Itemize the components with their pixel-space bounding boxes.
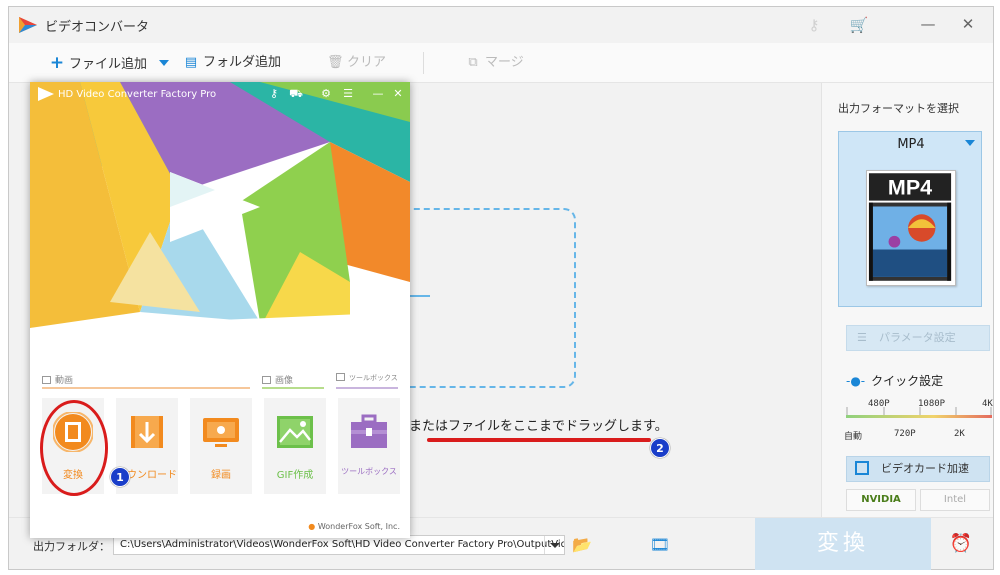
add-folder-label: フォルダ追加: [203, 55, 282, 70]
tile-record-label: 録画: [211, 470, 231, 481]
cart-icon[interactable]: 🛒: [849, 15, 869, 35]
output-path-value: C:\Users\Administrator\Videos\WonderFox …: [120, 539, 565, 550]
output-folder-label: 出力フォルダ：: [33, 540, 110, 553]
format-thumbnail: MP4: [866, 170, 956, 286]
add-file-button[interactable]: + ファイル追加: [49, 53, 147, 73]
tile-toolbox-label: ツールボックス: [341, 467, 397, 476]
app-title: ビデオコンバータ: [45, 20, 150, 35]
hd-footer: ● WonderFox Soft, Inc.: [308, 522, 400, 531]
trash-icon: 🗑: [327, 55, 344, 70]
hd-footer-text: WonderFox Soft, Inc.: [317, 522, 400, 531]
annotation-badge-1: 1: [110, 467, 130, 487]
chevron-down-icon: [965, 140, 975, 146]
video-section-icon: [42, 376, 51, 384]
toolbox-section-icon: [336, 373, 345, 381]
section-label-toolbox: ツールボックス: [336, 373, 398, 383]
add-file-label: ファイル追加: [69, 57, 148, 72]
plus-icon: +: [49, 53, 65, 73]
annotation-badge-2: 2: [650, 438, 670, 458]
quick-settings-title: クイック設定: [871, 374, 944, 388]
section-label-image: 画像: [262, 373, 293, 386]
picture-icon: [277, 416, 313, 448]
minimize-button[interactable]: —: [913, 13, 943, 37]
close-button[interactable]: ✕: [390, 86, 406, 102]
cart-icon[interactable]: ⛟: [288, 86, 304, 102]
annotation-ellipse: [40, 400, 108, 496]
format-panel: 出力フォーマットを選択 MP4 MP4 ☰ パラメータ設定 -●- クイック設定…: [821, 83, 993, 517]
merge-label: マージ: [485, 55, 524, 70]
open-folder-icon[interactable]: 📂: [571, 535, 593, 555]
slider-icon: -●-: [846, 374, 866, 388]
tile-record[interactable]: 録画: [190, 398, 252, 494]
gpu-acceleration-label: ビデオカード加速: [881, 462, 969, 475]
output-path-input[interactable]: C:\Users\Administrator\Videos\WonderFox …: [113, 535, 565, 555]
download-icon: [131, 416, 163, 448]
quality-label-720p: 720P: [894, 429, 916, 439]
tile-gif-label: GIF作成: [276, 470, 314, 481]
format-panel-title: 出力フォーマットを選択: [838, 102, 959, 115]
annotation-underline: [427, 438, 651, 442]
tile-gif[interactable]: GIF作成: [264, 398, 326, 494]
hd-window-title: HD Video Converter Factory Pro: [58, 89, 217, 100]
toolbox-icon: [351, 414, 387, 448]
nvidia-label: NVIDIA: [861, 494, 901, 505]
monitor-record-icon: [203, 418, 239, 447]
parameter-settings-label: パラメータ設定: [879, 331, 956, 344]
add-folder-button[interactable]: ▤ フォルダ追加: [183, 53, 281, 73]
gpu-acceleration-button[interactable]: ビデオカード加速: [846, 456, 990, 482]
menu-icon[interactable]: ☰: [340, 86, 356, 102]
video-folder-icon[interactable]: 🎞: [649, 535, 671, 555]
key-icon[interactable]: ⚷: [804, 15, 824, 35]
section-label-video: 動画: [42, 373, 73, 386]
key-icon[interactable]: ⚷: [266, 86, 282, 102]
parameter-settings-button[interactable]: ☰ パラメータ設定: [846, 325, 990, 351]
settings-icon[interactable]: ⚙: [318, 86, 334, 102]
quality-ticks: [846, 407, 992, 415]
chevron-down-icon: [159, 59, 169, 66]
merge-button[interactable]: ⧉ マージ: [465, 53, 524, 73]
toolbar-divider: [423, 52, 424, 74]
section-divider-video: [42, 387, 250, 389]
quality-label-auto: 自動: [844, 432, 863, 442]
convert-button[interactable]: 変換: [755, 518, 931, 570]
quick-settings: -●- クイック設定: [846, 372, 943, 389]
toolbar: + ファイル追加 ▤ フォルダ追加 🗑 クリア ⧉ マージ: [9, 43, 993, 83]
title-bar: ビデオコンバータ ⚷ 🛒 — ✕: [9, 7, 993, 43]
section-label-image-text: 画像: [275, 376, 294, 386]
nvidia-toggle[interactable]: NVIDIA: [846, 489, 916, 511]
clear-label: クリア: [347, 55, 387, 70]
quality-slider[interactable]: [846, 415, 992, 418]
intel-toggle[interactable]: Intel: [920, 489, 990, 511]
folder-icon: ▤: [184, 55, 198, 70]
app-logo-icon: [19, 17, 37, 33]
output-path-dropdown[interactable]: [544, 536, 564, 554]
section-divider-toolbox: [336, 387, 398, 389]
format-selector[interactable]: MP4 MP4: [838, 131, 982, 307]
wonderfox-logo-icon: ●: [308, 522, 316, 531]
clear-button[interactable]: 🗑 クリア: [327, 53, 386, 73]
quality-label-2k: 2K: [954, 429, 965, 439]
drag-hint: またはファイルをここまでドラッグします。: [409, 419, 668, 434]
section-divider-image: [262, 387, 324, 389]
intel-label: Intel: [943, 494, 967, 505]
chip-icon: [855, 461, 869, 475]
image-section-icon: [262, 376, 271, 384]
format-name: MP4: [897, 137, 925, 152]
hd-app-logo-icon: [38, 87, 54, 101]
section-label-video-text: 動画: [55, 376, 74, 386]
alarm-clock-icon[interactable]: ⏰: [949, 532, 973, 556]
close-button[interactable]: ✕: [953, 13, 983, 37]
section-label-toolbox-text: ツールボックス: [349, 374, 398, 382]
minimize-button[interactable]: —: [370, 86, 386, 102]
film-icon: MP4: [867, 171, 954, 283]
format-thumb-text: MP4: [888, 176, 932, 200]
sliders-icon: ☰: [857, 331, 867, 344]
hero-banner: [30, 82, 410, 328]
add-file-dropdown[interactable]: [159, 53, 169, 73]
tile-toolbox[interactable]: ツールボックス: [338, 398, 400, 494]
merge-icon: ⧉: [468, 55, 478, 70]
